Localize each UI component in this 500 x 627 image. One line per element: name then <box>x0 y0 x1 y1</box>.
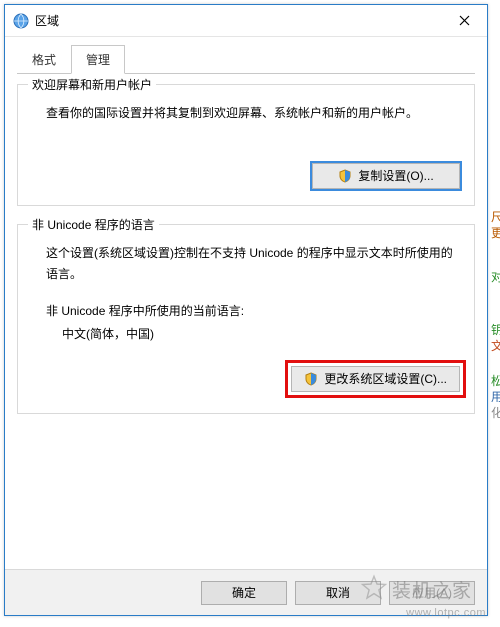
globe-icon <box>13 13 29 29</box>
current-language-value: 中文(简体，中国) <box>62 325 460 342</box>
group-description: 查看你的国际设置并将其复制到欢迎屏幕、系统帐户和新的用户帐户。 <box>46 103 460 125</box>
shield-icon <box>304 372 318 386</box>
edge-fragment: 尺 <box>491 210 500 224</box>
titlebar: 区域 <box>5 5 487 37</box>
tab-format[interactable]: 格式 <box>17 45 71 74</box>
dialog-footer: 确定 取消 应用(A) <box>5 569 487 615</box>
window-title: 区域 <box>35 12 59 29</box>
apply-button[interactable]: 应用(A) <box>389 581 475 605</box>
group-title: 欢迎屏幕和新用户帐户 <box>28 76 156 93</box>
edge-fragment: 用 <box>491 390 500 404</box>
tabstrip: 格式 管理 <box>17 45 475 74</box>
tab-administrative[interactable]: 管理 <box>71 45 125 74</box>
group-title: 非 Unicode 程序的语言 <box>28 216 159 233</box>
shield-icon <box>338 169 352 183</box>
group-description: 这个设置(系统区域设置)控制在不支持 Unicode 的程序中显示文本时所使用的… <box>46 243 460 286</box>
group-non-unicode: 非 Unicode 程序的语言 这个设置(系统区域设置)控制在不支持 Unico… <box>17 224 475 414</box>
button-label: 确定 <box>232 584 256 601</box>
edge-fragment: 松 <box>491 374 500 388</box>
close-icon <box>459 15 470 26</box>
button-label: 取消 <box>326 584 350 601</box>
ok-button[interactable]: 确定 <box>201 581 287 605</box>
edge-fragment: 化 <box>491 406 500 420</box>
region-dialog: 区域 格式 管理 欢迎屏幕和新用户帐户 查看你的国际设置并将其复制到欢迎屏幕、系… <box>4 4 488 616</box>
button-label: 更改系统区域设置(C)... <box>324 370 447 387</box>
tab-label: 管理 <box>86 53 110 67</box>
edge-fragment: 钥 <box>491 323 500 337</box>
current-language-label: 非 Unicode 程序中所使用的当前语言: <box>46 302 460 319</box>
edge-fragment: 对 <box>491 270 500 284</box>
tab-content: 欢迎屏幕和新用户帐户 查看你的国际设置并将其复制到欢迎屏幕、系统帐户和新的用户帐… <box>5 74 487 442</box>
change-system-locale-button[interactable]: 更改系统区域设置(C)... <box>291 366 460 392</box>
tab-label: 格式 <box>32 53 56 67</box>
button-label: 复制设置(O)... <box>358 167 433 184</box>
cancel-button[interactable]: 取消 <box>295 581 381 605</box>
edge-fragment: 更 <box>491 226 500 240</box>
edge-fragment: 文 <box>491 339 500 353</box>
copy-settings-button[interactable]: 复制设置(O)... <box>312 163 460 189</box>
button-label: 应用(A) <box>412 584 452 601</box>
group-welcome-accounts: 欢迎屏幕和新用户帐户 查看你的国际设置并将其复制到欢迎屏幕、系统帐户和新的用户帐… <box>17 84 475 206</box>
close-button[interactable] <box>441 5 487 36</box>
